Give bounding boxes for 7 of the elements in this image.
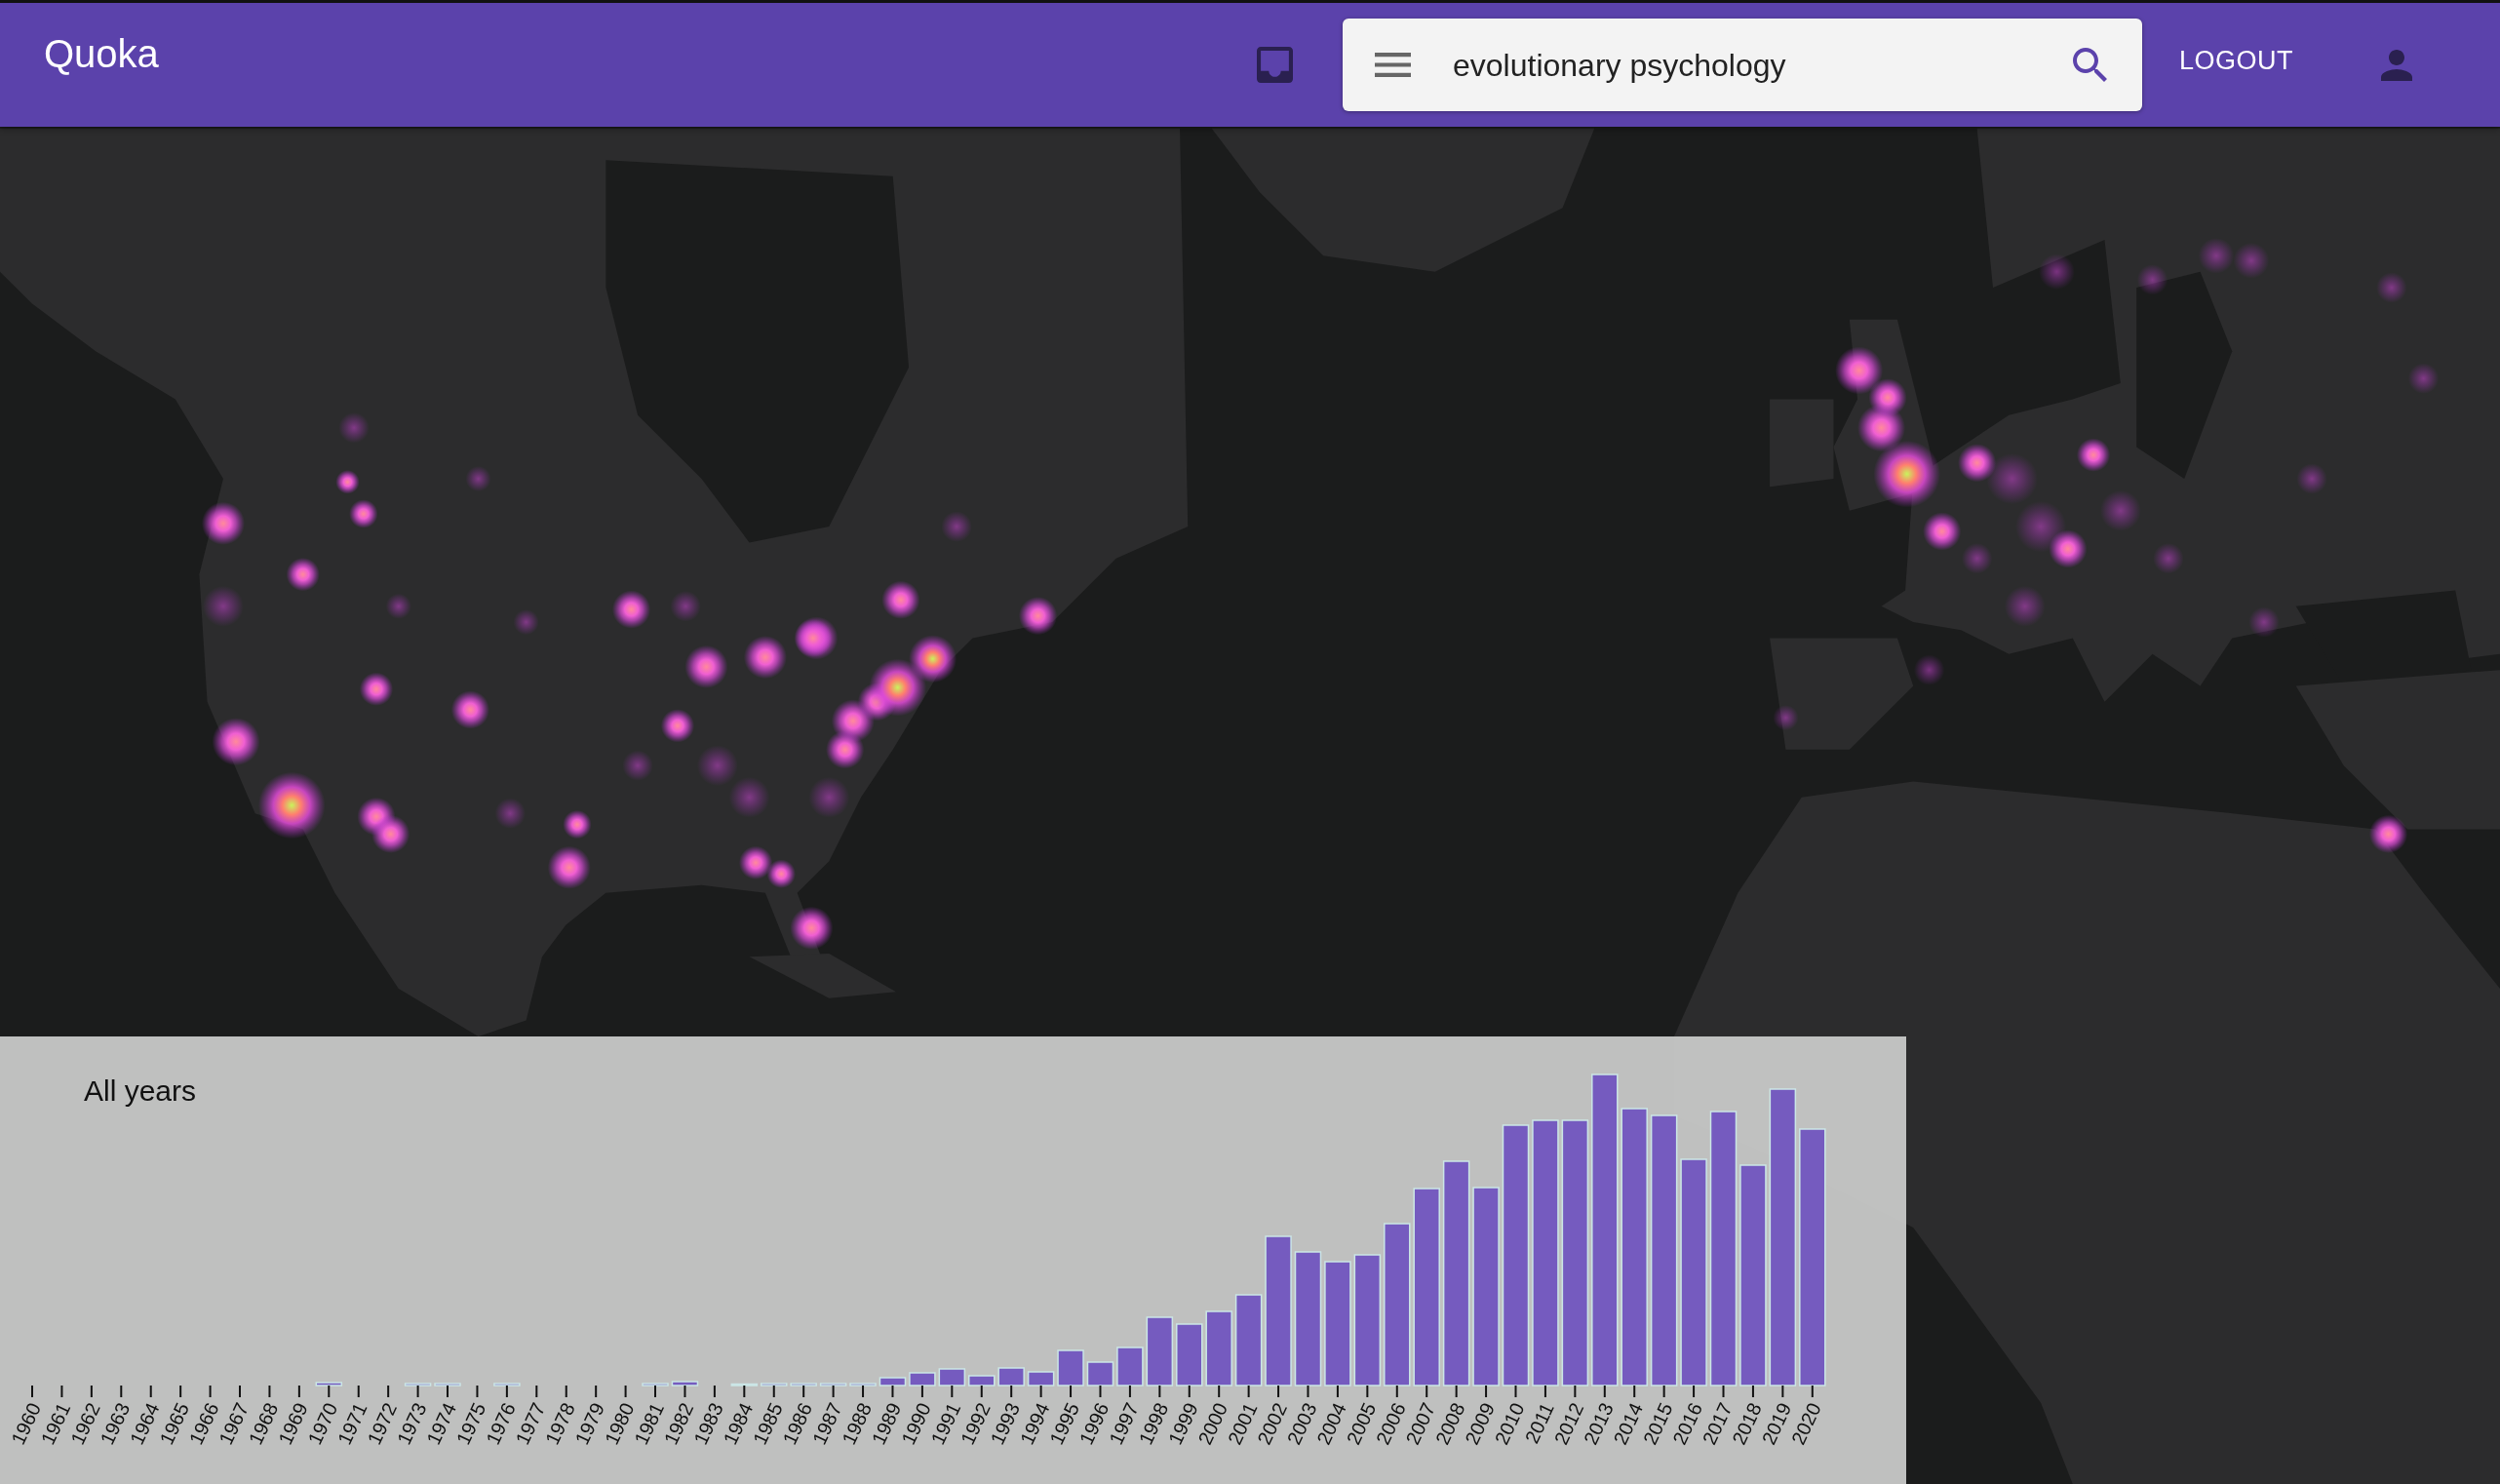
menu-icon[interactable] (1375, 53, 1411, 77)
search-field[interactable]: evolutionary psychology (1343, 19, 2142, 111)
search-icon[interactable] (2073, 48, 2107, 82)
chart-title: All years (84, 1074, 197, 1109)
app-title: Quoka (44, 31, 159, 77)
search-input[interactable]: evolutionary psychology (1453, 45, 2053, 85)
logout-button[interactable]: LOGOUT (2162, 32, 2311, 90)
